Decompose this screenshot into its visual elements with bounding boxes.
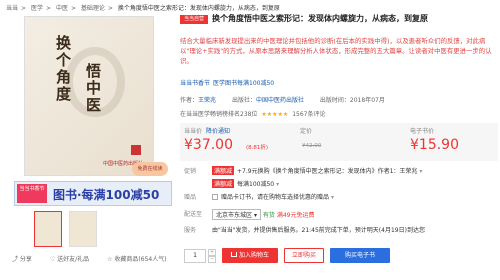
breadcrumb-sep: > bbox=[70, 5, 76, 12]
dd-price-label: 当当价 bbox=[184, 128, 203, 135]
publisher-link[interactable]: 中国中医药出版社 bbox=[256, 97, 304, 104]
purchase-row: 1 + − 加入购物车 立即购买 购买电子书 bbox=[180, 245, 498, 267]
quantity-up-icon[interactable]: + bbox=[208, 249, 216, 256]
service-text: 由"当当"发货，并提供售后服务。21:45前完成下单，预计明天(4月19日)到达… bbox=[212, 227, 425, 234]
price-box: 当当价 降价通知 定价 电子书价 ¥37.00 (8.81折) ¥42.00 ¥… bbox=[180, 123, 498, 161]
book-meta: 作者：王荣兆 出版社：中国中医药出版社 出版时间：2018年07月 bbox=[180, 95, 498, 105]
promo-link[interactable]: 当当书香节 医学图书每满100减50 bbox=[180, 78, 277, 87]
combo-row: 满额减 每满100减50 ▾ bbox=[180, 179, 498, 189]
breadcrumb-medicine[interactable]: 医学 bbox=[31, 3, 43, 12]
favorite-label: 收藏商品(654人气) bbox=[114, 256, 167, 263]
self-operated-badge: 当当自营 bbox=[180, 15, 208, 24]
ship-address-select[interactable]: 北京市东城区 ▾ bbox=[212, 209, 261, 220]
breadcrumb-sep: > bbox=[21, 5, 27, 12]
product-info: 当当自营 换个角度悟中医之索形记：发现体内螺旋力，从病态，到复原 结合大量临床新… bbox=[180, 13, 498, 280]
star-rating-icon: ★★★★★ bbox=[261, 111, 289, 118]
promo-banner-text: 图书·每满100减50 bbox=[53, 188, 160, 202]
gift-expand-icon[interactable]: ▾ bbox=[331, 194, 334, 201]
breadcrumb-current: 换个角度悟中医之索形记：发现体内螺旋力，从病态，到复原 bbox=[117, 5, 280, 12]
breadcrumb: 当当 > 医学 > 中医 > 基础理论 > 换个角度悟中医之索形记：发现体内螺旋力，从病… bbox=[6, 3, 500, 13]
gift-row: 赠品 赠品卡订书，请在购物车选择优惠的赠品 ▾ bbox=[180, 192, 498, 202]
cart-icon bbox=[230, 252, 237, 257]
gallery-actions: ⤴ 分享 ♡ 送好友/礼品 ☆ 收藏商品(654人气) bbox=[12, 254, 182, 264]
breadcrumb-sep: > bbox=[107, 5, 113, 12]
service-row: 服务 由"当当"发货，并提供售后服务。21:45前完成下单，预计明天(4月19日… bbox=[180, 225, 498, 235]
promo-link-text: 医学图书每满100减50 bbox=[213, 80, 275, 87]
free-read-badge[interactable]: 免费在线读 bbox=[132, 162, 168, 176]
author-link[interactable]: 王荣兆 bbox=[198, 97, 216, 104]
promo-label: 促销 bbox=[184, 168, 197, 175]
thumbnail-front[interactable] bbox=[34, 211, 62, 247]
book-cover-image[interactable]: 换个角度 悟中医 中国中医药出版社 bbox=[24, 16, 154, 176]
share-label: 分享 bbox=[19, 256, 32, 263]
cover-title-b: 悟中医 bbox=[84, 63, 102, 114]
thumbnail-strip bbox=[34, 211, 144, 249]
list-price: ¥42.00 bbox=[302, 143, 322, 149]
breadcrumb-basic-theory[interactable]: 基础理论 bbox=[81, 3, 105, 12]
rank-text[interactable]: 在当当医学畅销榜排名238位 bbox=[180, 111, 257, 118]
dd-price: ¥37.00 bbox=[184, 137, 233, 153]
cover-seal-icon bbox=[131, 145, 141, 155]
promo-text: +7.9元换购《换个角度悟中医之索形记：发现体内》作者1：王荣兆 bbox=[237, 168, 418, 175]
service-label: 服务 bbox=[184, 227, 197, 234]
promo-link-prefix: 当当书香节 bbox=[180, 80, 211, 87]
combo-tag: 满额减 bbox=[212, 179, 235, 188]
publisher-label: 出版社： bbox=[231, 97, 256, 104]
gift-label: 送好友/礼品 bbox=[57, 256, 90, 263]
promo-expand-icon[interactable]: ▾ bbox=[419, 168, 422, 175]
buy-ebook-button[interactable]: 购买电子书 bbox=[330, 248, 390, 263]
list-price-label: 定价 bbox=[300, 128, 313, 135]
publish-date: 2018年07月 bbox=[349, 97, 385, 104]
share-link[interactable]: ⤴ 分享 bbox=[12, 254, 40, 263]
add-to-cart-button[interactable]: 加入购物车 bbox=[222, 248, 278, 263]
review-count-link[interactable]: 1567条评论 bbox=[292, 111, 325, 118]
breadcrumb-home[interactable]: 当当 bbox=[6, 3, 18, 12]
gift-checkbox[interactable] bbox=[212, 194, 218, 200]
ship-row: 配送至 北京市东城区 ▾ 有货 满49元免运费 bbox=[180, 209, 498, 220]
buy-now-button[interactable]: 立即购买 bbox=[284, 248, 324, 263]
product-gallery: 换个角度 悟中医 中国中医药出版社 免费在线读 当当书香节 图书·每满100减5… bbox=[4, 16, 172, 280]
ebook-price-label: 电子书价 bbox=[410, 128, 435, 135]
stock-status: 有货 bbox=[262, 212, 275, 219]
author-label: 作者： bbox=[180, 97, 199, 104]
combo-expand-icon[interactable]: ▾ bbox=[276, 181, 279, 188]
combo-text: 每满100减50 bbox=[237, 181, 275, 188]
price-notice-link[interactable]: 降价通知 bbox=[206, 126, 230, 135]
gift-label: 赠品 bbox=[184, 194, 197, 201]
discount-rate: (8.81折) bbox=[246, 145, 269, 151]
quantity-input[interactable]: 1 bbox=[184, 249, 206, 263]
promo-banner[interactable]: 当当书香节 图书·每满100减50 bbox=[14, 181, 172, 206]
gift-text: 赠品卡订书，请在购物车选择优惠的赠品 bbox=[221, 194, 330, 201]
ship-label: 配送至 bbox=[184, 211, 203, 218]
gift-link[interactable]: ♡ 送好友/礼品 bbox=[50, 254, 97, 263]
breadcrumb-sep: > bbox=[45, 5, 52, 12]
rating-row: 在当当医学畅销榜排名238位 ★★★★★ 1567条评论 bbox=[180, 109, 498, 119]
favorite-link[interactable]: ☆ 收藏商品(654人气) bbox=[107, 254, 174, 263]
thumbnail-back[interactable] bbox=[69, 211, 97, 247]
promo-row: 促销 满额减 +7.9元换购《换个角度悟中医之索形记：发现体内》作者1：王荣兆 ▾ bbox=[180, 166, 498, 176]
promo-tag: 满额减 bbox=[212, 166, 235, 175]
cover-title-a: 换个角度 bbox=[54, 35, 72, 103]
date-label: 出版时间： bbox=[319, 97, 350, 104]
free-ship-text: 满49元免运费 bbox=[276, 212, 315, 219]
breadcrumb-tcm[interactable]: 中医 bbox=[56, 3, 68, 12]
quantity-down-icon[interactable]: − bbox=[208, 256, 216, 263]
product-title: 换个角度悟中医之索形记：发现体内螺旋力，从病态，到复原 bbox=[212, 14, 428, 23]
product-description: 结合大量临床新发现提出来的中医理论并包括他的诊断(在后本的实践中得)，以及患者听… bbox=[180, 37, 492, 65]
ebook-price: ¥15.90 bbox=[410, 137, 459, 153]
title-row: 当当自营 换个角度悟中医之索形记：发现体内螺旋力，从病态，到复原 bbox=[180, 13, 498, 35]
promo-banner-tag: 当当书香节 bbox=[17, 184, 47, 203]
